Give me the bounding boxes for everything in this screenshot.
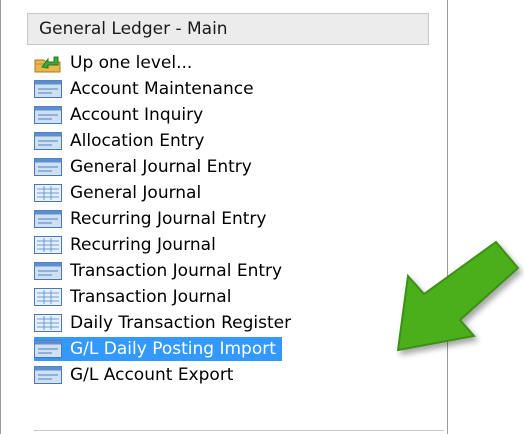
report-icon — [34, 235, 68, 255]
menu-item-up-one-level[interactable]: Up one level... — [34, 50, 454, 76]
panel-title: General Ledger - Main — [27, 13, 429, 45]
form-icon — [34, 209, 68, 229]
green-arrow-icon — [378, 238, 524, 376]
menu-item-account-maintenance[interactable]: Account Maintenance — [34, 76, 454, 102]
menu-item-label: G/L Account Export — [70, 365, 234, 385]
menu-item-general-journal[interactable]: General Journal — [34, 180, 454, 206]
menu-item-recurring-journal-entry[interactable]: Recurring Journal Entry — [34, 206, 454, 232]
form-icon — [34, 365, 68, 385]
menu-item-account-inquiry[interactable]: Account Inquiry — [34, 102, 454, 128]
menu-item-label: Recurring Journal — [70, 235, 216, 255]
menu-item-label: General Journal Entry — [70, 157, 252, 177]
report-icon — [34, 313, 68, 333]
menu-item-label: Allocation Entry — [70, 131, 205, 151]
form-icon — [34, 337, 68, 361]
menu-item-label: Transaction Journal Entry — [70, 261, 283, 281]
divider — [34, 430, 444, 431]
menu-item-label: G/L Daily Posting Import — [68, 337, 282, 361]
menu-item-label: Account Inquiry — [70, 105, 204, 125]
menu-item-label: Transaction Journal — [70, 287, 232, 307]
menu-item-label: Account Maintenance — [70, 79, 254, 99]
menu-item-label: General Journal — [70, 183, 202, 203]
report-icon — [34, 183, 68, 203]
form-icon — [34, 157, 68, 177]
form-icon — [34, 79, 68, 99]
menu-item-label: Up one level... — [70, 53, 193, 73]
form-icon — [34, 261, 68, 281]
report-icon — [34, 287, 68, 307]
form-icon — [34, 105, 68, 125]
menu-item-label: Daily Transaction Register — [70, 313, 292, 333]
form-icon — [34, 131, 68, 151]
menu-item-allocation-entry[interactable]: Allocation Entry — [34, 128, 454, 154]
menu-item-label: Recurring Journal Entry — [70, 209, 267, 229]
up-folder-icon — [34, 53, 68, 73]
menu-item-general-journal-entry[interactable]: General Journal Entry — [34, 154, 454, 180]
